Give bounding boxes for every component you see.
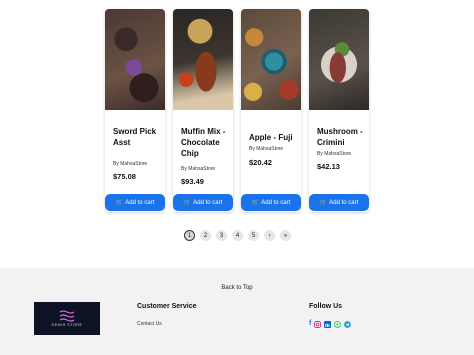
page-button-3[interactable]: 3 bbox=[216, 230, 227, 241]
product-name[interactable]: Sword Pick Asst bbox=[113, 126, 163, 148]
pagination: 1 2 3 4 5 › » bbox=[184, 230, 291, 243]
shopping-cart-icon: 🛒 bbox=[183, 200, 192, 206]
page-button-1[interactable]: 1 bbox=[184, 230, 195, 241]
product-store: By MahsaStore bbox=[249, 146, 284, 152]
product-price: $42.13 bbox=[317, 162, 340, 171]
page-button-5[interactable]: 5 bbox=[248, 230, 259, 241]
add-to-cart-button[interactable]: 🛒 Add to cart bbox=[173, 194, 233, 211]
product-store: By MahsaStore bbox=[181, 166, 216, 172]
product-name[interactable]: Muffin Mix - Chocolate Chip bbox=[181, 126, 231, 159]
store-logo[interactable]: DEMIR STORE bbox=[34, 302, 100, 335]
page-button-4[interactable]: 4 bbox=[232, 230, 243, 241]
product-name[interactable]: Mushroom - Crimini bbox=[317, 126, 367, 148]
instagram-icon[interactable] bbox=[314, 320, 322, 328]
add-to-cart-label: Add to cart bbox=[329, 199, 359, 206]
add-to-cart-button[interactable]: 🛒 Add to cart bbox=[105, 194, 165, 211]
linkedin-icon[interactable] bbox=[324, 320, 332, 328]
product-store: By MahsaStore bbox=[317, 151, 352, 157]
product-card[interactable]: Mushroom - Crimini By MahsaStore $42.13 … bbox=[309, 9, 369, 212]
product-price: $20.42 bbox=[249, 158, 272, 167]
customer-service-title: Customer Service bbox=[137, 303, 197, 310]
last-page-button[interactable]: » bbox=[280, 230, 291, 241]
product-card[interactable]: Apple - Fuji By MahsaStore $20.42 🛒 Add … bbox=[241, 9, 301, 212]
product-image[interactable] bbox=[309, 9, 369, 110]
shopping-cart-icon: 🛒 bbox=[319, 200, 328, 206]
contact-us-link[interactable]: Contact Us bbox=[137, 321, 162, 327]
product-store: By MahsaStore bbox=[113, 161, 148, 167]
product-grid: Sword Pick Asst By MahsaStore $75.08 🛒 A… bbox=[105, 9, 369, 212]
back-to-top-link[interactable]: Back to Top bbox=[0, 285, 474, 291]
add-to-cart-label: Add to cart bbox=[261, 199, 291, 206]
telegram-icon[interactable] bbox=[344, 320, 352, 328]
add-to-cart-label: Add to cart bbox=[125, 199, 155, 206]
product-name[interactable]: Apple - Fuji bbox=[249, 132, 299, 143]
product-price: $93.49 bbox=[181, 177, 204, 186]
shopping-cart-icon: 🛒 bbox=[251, 200, 260, 206]
product-card[interactable]: Muffin Mix - Chocolate Chip By MahsaStor… bbox=[173, 9, 233, 212]
add-to-cart-button[interactable]: 🛒 Add to cart bbox=[241, 194, 301, 211]
facebook-icon[interactable]: f bbox=[309, 320, 311, 328]
next-page-button[interactable]: › bbox=[264, 230, 275, 241]
add-to-cart-button[interactable]: 🛒 Add to cart bbox=[309, 194, 369, 211]
logo-text: DEMIR STORE bbox=[51, 323, 83, 327]
social-links: f bbox=[309, 320, 352, 328]
product-card[interactable]: Sword Pick Asst By MahsaStore $75.08 🛒 A… bbox=[105, 9, 165, 212]
product-image[interactable] bbox=[173, 9, 233, 110]
add-to-cart-label: Add to cart bbox=[193, 199, 223, 206]
product-image[interactable] bbox=[241, 9, 301, 110]
whatsapp-icon[interactable] bbox=[334, 320, 342, 328]
product-price: $75.08 bbox=[113, 172, 136, 181]
shopping-cart-icon: 🛒 bbox=[115, 200, 124, 206]
wave-logo-icon bbox=[59, 310, 75, 322]
follow-us-title: Follow Us bbox=[309, 303, 343, 310]
footer: Back to Top DEMIR STORE Customer Service… bbox=[0, 268, 474, 355]
page-button-2[interactable]: 2 bbox=[200, 230, 211, 241]
product-image[interactable] bbox=[105, 9, 165, 110]
